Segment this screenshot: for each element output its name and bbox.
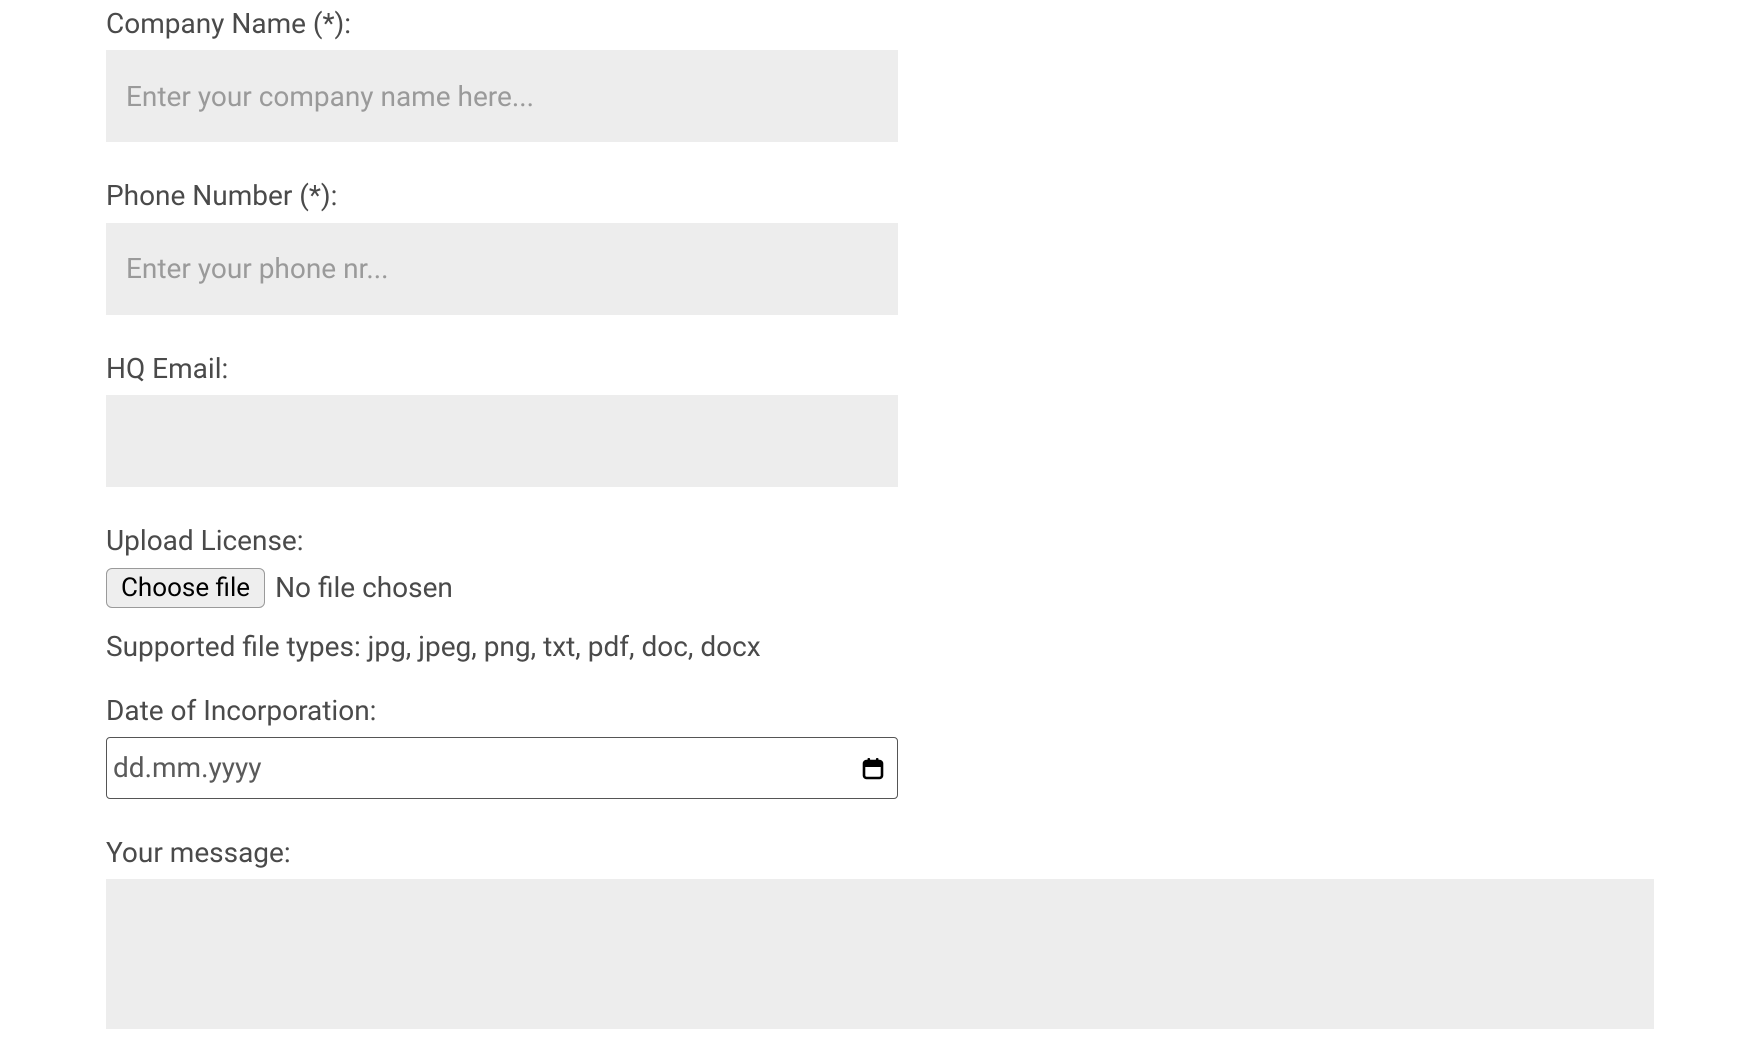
phone-input[interactable] <box>106 223 898 315</box>
hq-email-label: HQ Email: <box>106 351 1654 387</box>
field-hq-email: HQ Email: <box>106 351 1654 487</box>
field-phone: Phone Number (*): <box>106 178 1654 314</box>
hq-email-input[interactable] <box>106 395 898 487</box>
message-label: Your message: <box>106 835 1654 871</box>
field-company: Company Name (*): <box>106 6 1654 142</box>
company-label: Company Name (*): <box>106 6 1654 42</box>
form-wrapper: Company Name (*): Phone Number (*): HQ E… <box>0 6 1760 1036</box>
date-inc-label: Date of Incorporation: <box>106 693 1654 729</box>
date-placeholder-text: dd.mm.yyyy <box>113 751 261 784</box>
file-status-text: No file chosen <box>275 571 453 604</box>
field-date-inc: Date of Incorporation: dd.mm.yyyy <box>106 693 1654 799</box>
choose-file-button[interactable]: Choose file <box>106 568 265 608</box>
field-message: Your message: <box>106 835 1654 1036</box>
company-input[interactable] <box>106 50 898 142</box>
file-types-hint: Supported file types: jpg, jpeg, png, tx… <box>106 630 1654 663</box>
upload-label: Upload License: <box>106 523 1654 559</box>
file-row: Choose file No file chosen <box>106 568 1654 608</box>
phone-label: Phone Number (*): <box>106 178 1654 214</box>
field-upload: Upload License: Choose file No file chos… <box>106 523 1654 662</box>
message-textarea[interactable] <box>106 879 1654 1029</box>
date-inc-input[interactable]: dd.mm.yyyy <box>106 737 898 799</box>
calendar-icon[interactable] <box>861 756 885 780</box>
